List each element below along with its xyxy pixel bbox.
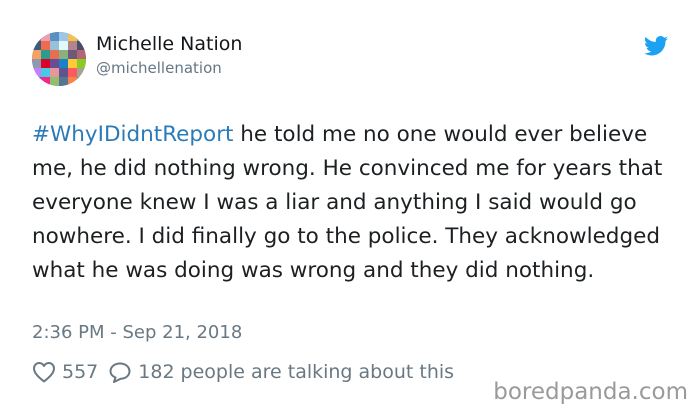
likes-count: 557 (62, 361, 99, 383)
speech-bubble-icon[interactable] (108, 361, 132, 383)
heart-icon[interactable] (32, 361, 56, 383)
hashtag-link[interactable]: #WhyIDidntReport (32, 122, 233, 147)
tweet-timestamp[interactable]: 2:36 PM - Sep 21, 2018 (32, 322, 242, 343)
tweet-card: Michelle Nation @michellenation #WhyIDid… (0, 0, 700, 415)
engagement-stats: 557 182 people are talking about this (32, 358, 454, 386)
author-name[interactable]: Michelle Nation (96, 33, 242, 55)
boredpanda-watermark: boredpanda.com (491, 379, 690, 405)
replies-count: 182 (138, 361, 175, 383)
author-handle[interactable]: @michellenation (96, 59, 222, 77)
tweet-text: #WhyIDidntReport he told me no one would… (32, 118, 672, 288)
talking-about-link[interactable]: people are talking about this (181, 361, 455, 383)
avatar[interactable] (32, 32, 86, 86)
twitter-bird-icon[interactable] (644, 36, 668, 56)
